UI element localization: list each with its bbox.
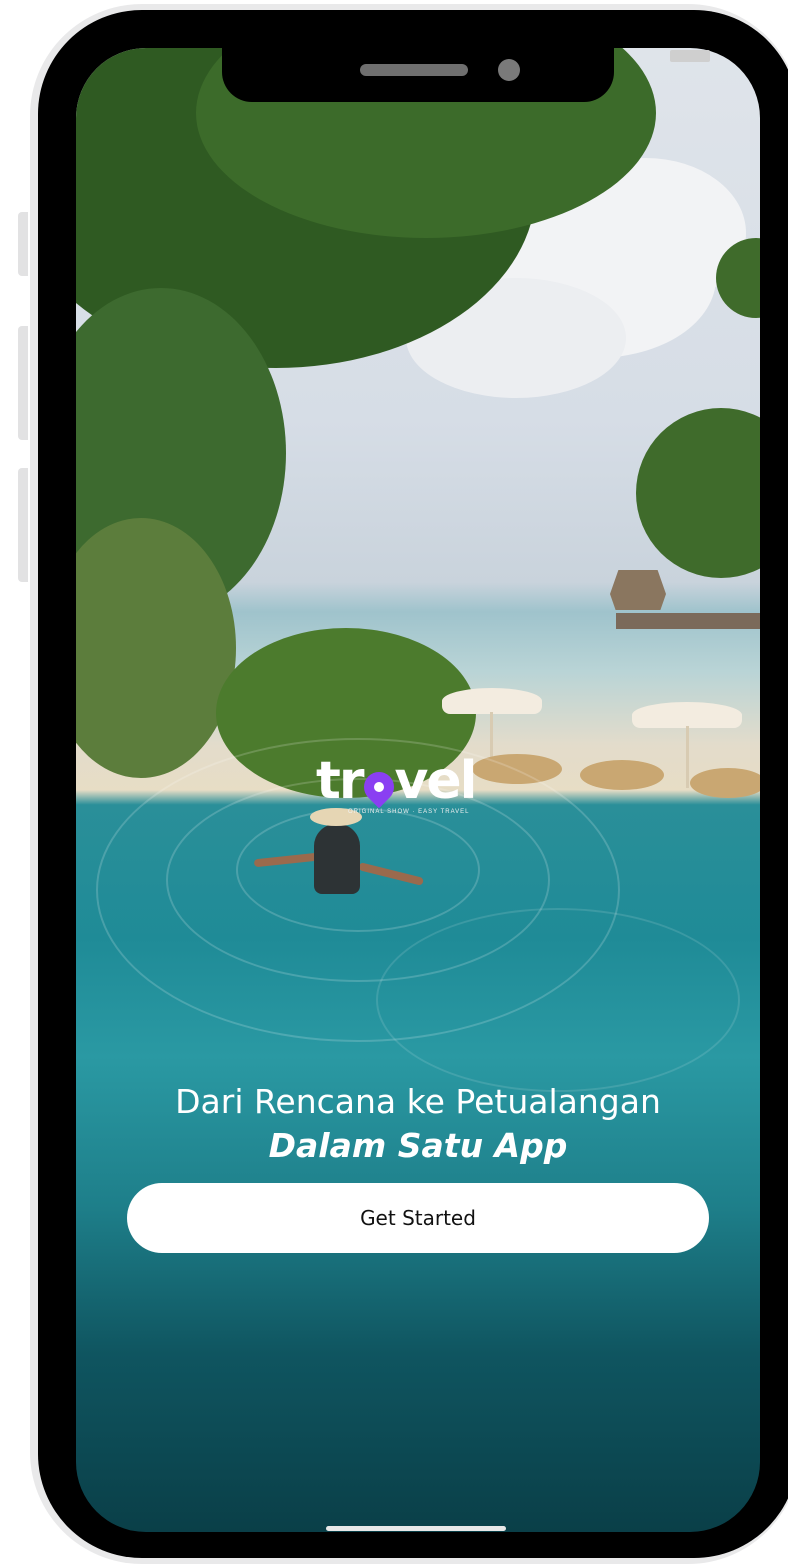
get-started-button[interactable]: Get Started	[127, 1183, 709, 1253]
map-pin-icon	[357, 765, 400, 809]
headline-line-1: Dari Rencana ke Petualangan	[175, 1082, 661, 1121]
volume-up-button	[18, 326, 28, 440]
home-indicator[interactable]	[326, 1526, 506, 1531]
onboarding-headline: Dari Rencana ke Petualangan Dalam Satu A…	[76, 1080, 760, 1168]
status-bar-indicator	[670, 50, 710, 62]
logo-text-end: vel	[394, 751, 478, 811]
logo-text-start: tr	[316, 751, 364, 811]
app-logo: tr vel ORIGINAL SHOW · EASY TRAVEL	[316, 753, 516, 823]
front-camera	[498, 59, 520, 81]
volume-down-button	[18, 468, 28, 582]
silent-switch	[18, 212, 28, 276]
speaker-grille	[360, 64, 468, 76]
headline-line-2: Dalam Satu App	[268, 1126, 568, 1165]
logo-tagline: ORIGINAL SHOW · EASY TRAVEL	[348, 809, 470, 815]
